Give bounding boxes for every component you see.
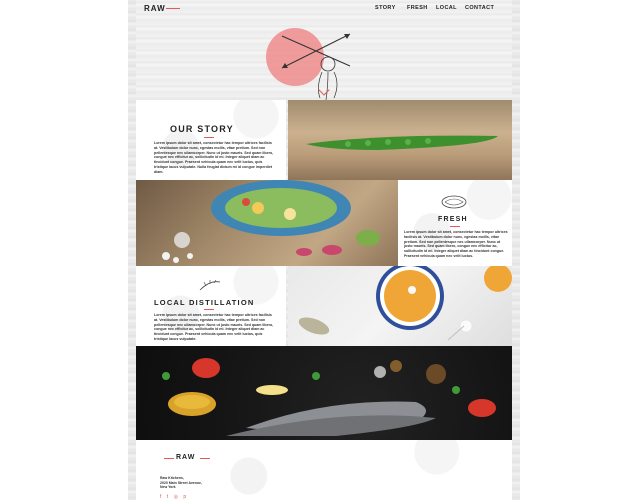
story-accent-line bbox=[204, 137, 214, 138]
salad-photo bbox=[136, 180, 398, 266]
fresh-title: FRESH bbox=[438, 216, 468, 223]
pinecone-sketch-icon bbox=[441, 195, 467, 209]
story-body: Lorem ipsum dolor sit amet, consectetur … bbox=[154, 141, 274, 174]
soup-bowl-illustration bbox=[298, 266, 512, 341]
nav-local[interactable]: LOCAL bbox=[436, 5, 457, 11]
fresh-accent-line bbox=[450, 226, 460, 227]
nav-contact[interactable]: CONTACT bbox=[465, 5, 494, 11]
page: RAW STORY FRESH LOCAL CONTACT OUR STORY … bbox=[128, 0, 520, 500]
fish-spread-illustration bbox=[162, 358, 496, 436]
fresh-section: FRESH Lorem ipsum dolor sit amet, consec… bbox=[398, 180, 512, 266]
dreamcatcher-arrows-illustration bbox=[281, 33, 351, 101]
footer-logo[interactable]: RAW bbox=[176, 454, 195, 461]
fresh-body: Lorem ipsum dolor sit amet, consectetur … bbox=[404, 230, 508, 258]
instagram-icon[interactable]: ◎ bbox=[174, 494, 180, 500]
local-body: Lorem ipsum dolor sit amet, consectetur … bbox=[154, 313, 274, 341]
pinterest-icon[interactable]: p bbox=[183, 494, 188, 500]
local-title: LOCAL DISTILLATION bbox=[154, 298, 255, 307]
peas-photo bbox=[288, 100, 512, 180]
herb-sketch-icon bbox=[199, 279, 221, 291]
facebook-icon[interactable]: f bbox=[160, 494, 163, 500]
fish-photo bbox=[136, 346, 512, 440]
logo[interactable]: RAW bbox=[144, 4, 166, 13]
nav-story[interactable]: STORY bbox=[375, 5, 396, 11]
footer-logo-accent-left bbox=[164, 458, 174, 459]
footer-logo-accent-right bbox=[200, 458, 210, 459]
story-section: OUR STORY Lorem ipsum dolor sit amet, co… bbox=[136, 100, 286, 180]
local-section: LOCAL DISTILLATION Lorem ipsum dolor sit… bbox=[136, 266, 286, 346]
social-icons: f t ◎ p bbox=[160, 494, 188, 500]
footer-address: Raw Kitchens, 2020 Main Street Avenue, N… bbox=[160, 476, 202, 490]
soup-photo bbox=[288, 266, 512, 346]
local-accent-line bbox=[204, 309, 214, 310]
nav-fresh[interactable]: FRESH bbox=[407, 5, 428, 11]
twitter-icon[interactable]: t bbox=[167, 494, 170, 500]
footer: RAW Raw Kitchens, 2020 Main Street Avenu… bbox=[136, 440, 512, 500]
story-title: OUR STORY bbox=[170, 124, 234, 134]
pea-pod-illustration bbox=[306, 135, 498, 150]
salad-bowl-illustration bbox=[162, 180, 380, 263]
logo-accent-line bbox=[166, 8, 180, 9]
